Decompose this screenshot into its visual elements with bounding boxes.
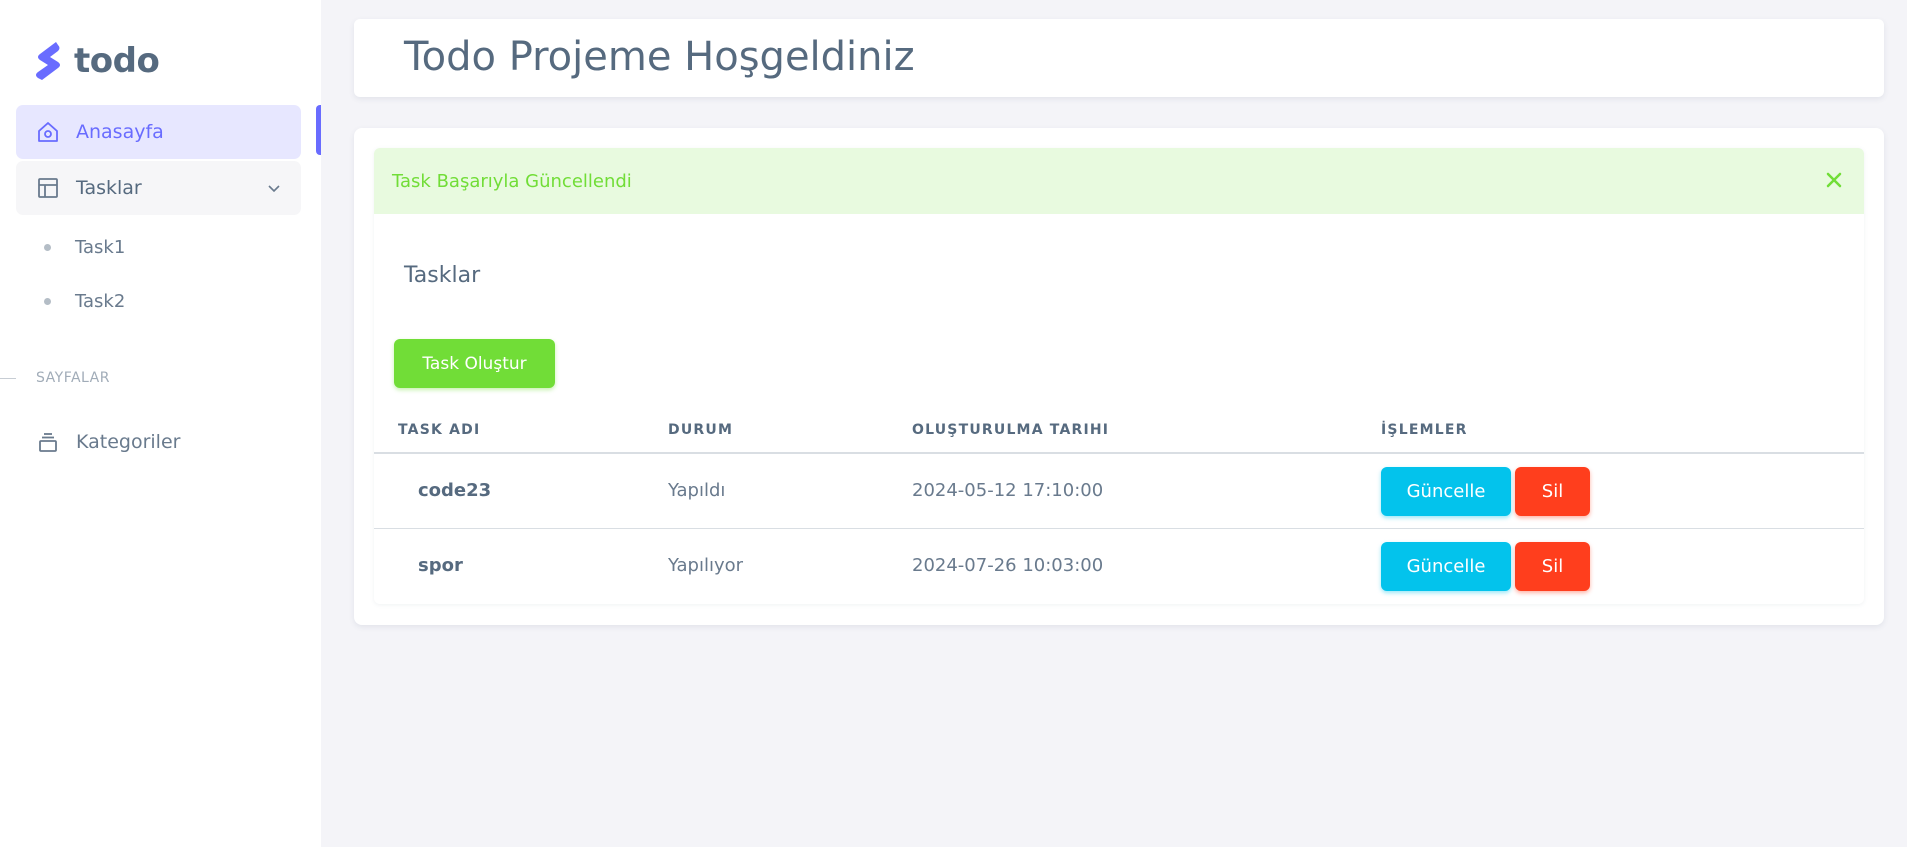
page-title: Todo Projeme Hoşgeldiniz bbox=[404, 34, 915, 80]
created-date-cell: 2024-07-26 10:03:00 bbox=[912, 555, 1104, 576]
sidebar-item-label: Anasayfa bbox=[76, 121, 164, 143]
update-button[interactable]: Güncelle bbox=[1381, 542, 1511, 591]
bullet-icon bbox=[44, 244, 51, 251]
brand-logo-icon bbox=[34, 40, 62, 82]
task-name-cell: code23 bbox=[418, 480, 492, 501]
sidebar-item-label: Kategoriler bbox=[76, 431, 181, 453]
column-header-status: DURUM bbox=[668, 422, 734, 438]
table-header: TASK ADI DURUM OLUŞTURULMA TARIHI İŞLEML… bbox=[374, 410, 1864, 454]
sidebar-subitem-label: Task2 bbox=[75, 291, 126, 312]
column-header-task-name: TASK ADI bbox=[398, 422, 481, 438]
chevron-down-icon bbox=[265, 179, 283, 197]
section-label: SAYFALAR bbox=[36, 370, 110, 386]
brand-name: todo bbox=[74, 41, 160, 81]
home-icon bbox=[36, 120, 60, 144]
created-date-cell: 2024-05-12 17:10:00 bbox=[912, 480, 1104, 501]
bullet-icon bbox=[44, 298, 51, 305]
layout-icon bbox=[36, 176, 60, 200]
stack-icon bbox=[36, 430, 60, 454]
sidebar-item-anasayfa[interactable]: Anasayfa bbox=[16, 105, 301, 159]
tasks-table: TASK ADI DURUM OLUŞTURULMA TARIHI İŞLEML… bbox=[374, 410, 1864, 604]
task-name-cell: spor bbox=[418, 555, 463, 576]
column-header-actions: İŞLEMLER bbox=[1381, 422, 1468, 438]
status-cell: Yapılıyor bbox=[668, 555, 744, 576]
sidebar-subitem-task1[interactable]: Task1 bbox=[44, 237, 125, 258]
create-task-button[interactable]: Task Oluştur bbox=[394, 339, 555, 388]
table-row: code23 Yapıldı 2024-05-12 17:10:00 Günce… bbox=[374, 454, 1864, 529]
alert-message: Task Başarıyla Güncellendi bbox=[392, 170, 632, 192]
sidebar: todo Anasayfa Tasklar Task1 Task2 SAYFAL… bbox=[0, 0, 321, 847]
success-alert: Task Başarıyla Güncellendi bbox=[374, 148, 1864, 214]
table-row: spor Yapılıyor 2024-07-26 10:03:00 Günce… bbox=[374, 529, 1864, 604]
brand[interactable]: todo bbox=[34, 40, 160, 82]
sidebar-item-tasklar[interactable]: Tasklar bbox=[16, 161, 301, 215]
delete-button[interactable]: Sil bbox=[1515, 542, 1590, 591]
column-header-created: OLUŞTURULMA TARIHI bbox=[912, 422, 1110, 438]
sidebar-subitem-label: Task1 bbox=[75, 237, 126, 258]
card-title: Tasklar bbox=[404, 263, 481, 288]
page-header: Todo Projeme Hoşgeldiniz bbox=[354, 19, 1884, 97]
delete-button[interactable]: Sil bbox=[1515, 467, 1590, 516]
status-cell: Yapıldı bbox=[668, 480, 726, 501]
sidebar-item-label: Tasklar bbox=[76, 177, 142, 199]
tasks-card: Task Başarıyla Güncellendi Tasklar Task … bbox=[374, 148, 1864, 604]
update-button[interactable]: Güncelle bbox=[1381, 467, 1511, 516]
sidebar-item-kategoriler[interactable]: Kategoriler bbox=[16, 415, 301, 469]
active-indicator bbox=[316, 105, 321, 155]
main-card: Task Başarıyla Güncellendi Tasklar Task … bbox=[354, 128, 1884, 625]
close-icon[interactable] bbox=[1822, 168, 1846, 192]
menu-section-header: SAYFALAR bbox=[0, 370, 110, 386]
section-divider bbox=[0, 377, 16, 379]
sidebar-subitem-task2[interactable]: Task2 bbox=[44, 291, 125, 312]
